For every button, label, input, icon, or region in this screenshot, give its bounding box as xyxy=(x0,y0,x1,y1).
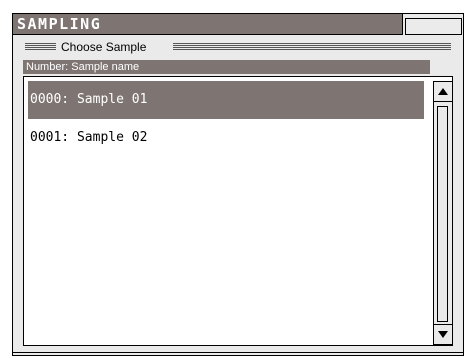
vertical-scrollbar[interactable] xyxy=(433,81,453,345)
sample-list: 0000: Sample 01 0001: Sample 02 xyxy=(23,76,453,346)
sampling-window: SAMPLING Choose Sample Number: Sample na… xyxy=(12,13,464,356)
window-bottom-edge xyxy=(13,352,463,353)
group-stripe-left xyxy=(25,43,56,50)
arrow-up-icon xyxy=(438,88,448,95)
list-item[interactable]: 0001: Sample 02 xyxy=(28,119,424,157)
list-item-label: 0000: Sample 01 xyxy=(30,92,148,107)
scroll-track[interactable] xyxy=(437,106,448,322)
list-item[interactable]: 0000: Sample 01 xyxy=(28,81,424,119)
arrow-down-icon xyxy=(438,331,448,338)
window-tab-button[interactable] xyxy=(405,18,462,35)
scroll-up-button[interactable] xyxy=(434,82,452,102)
title-bar[interactable]: SAMPLING xyxy=(13,14,403,35)
column-header: Number: Sample name xyxy=(23,60,430,74)
column-header-label: Number: Sample name xyxy=(26,61,140,73)
group-header: Choose Sample xyxy=(21,39,459,55)
group-stripe-right xyxy=(173,43,451,50)
list-item-label: 0001: Sample 02 xyxy=(30,130,148,145)
group-label: Choose Sample xyxy=(59,39,149,55)
window-title: SAMPLING xyxy=(17,15,102,33)
scroll-down-button[interactable] xyxy=(434,324,452,344)
